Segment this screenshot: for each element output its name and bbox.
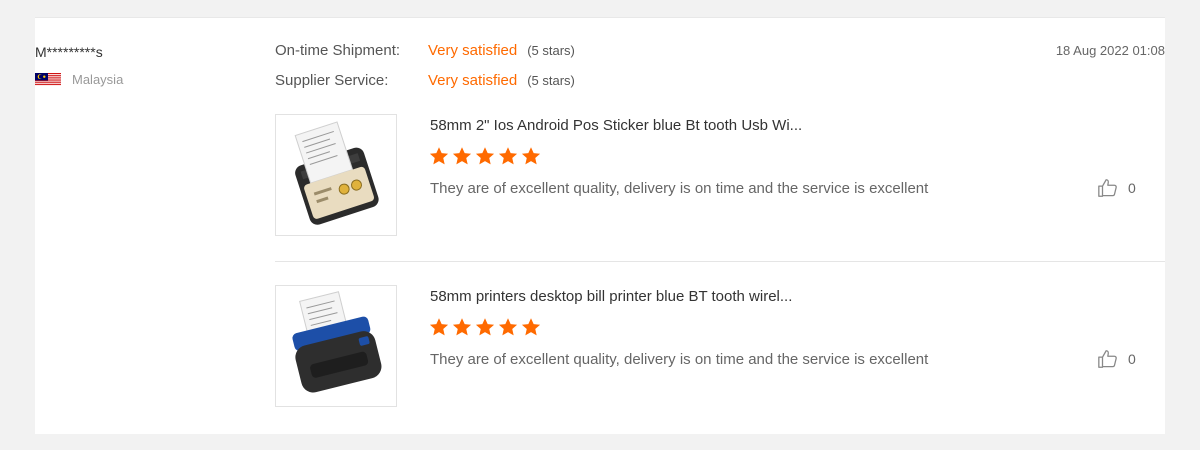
star-icon: [498, 318, 518, 336]
review-text: They are of excellent quality, delivery …: [430, 351, 929, 368]
supplier-ratings: On-time Shipment: Very satisfied (5 star…: [275, 42, 575, 102]
review-text: They are of excellent quality, delivery …: [430, 180, 929, 197]
like-button[interactable]: 0: [1097, 348, 1136, 370]
reviewer-name: M*********s: [35, 44, 103, 60]
rating-note: (5 stars): [527, 43, 575, 58]
like-button[interactable]: 0: [1097, 177, 1136, 199]
star-icon: [429, 318, 449, 336]
reviewer-info: M*********s Malaysia: [35, 44, 123, 87]
rating-label: On-time Shipment:: [275, 42, 401, 59]
star-icon: [521, 147, 541, 165]
like-count: 0: [1128, 351, 1136, 367]
rating-value: Very satisfied: [428, 42, 518, 59]
star-icon: [498, 147, 518, 165]
reviewer-country: Malaysia: [35, 72, 123, 87]
rating-label: Supplier Service:: [275, 72, 389, 89]
thermal-printer-image: [294, 121, 379, 225]
star-icon: [452, 147, 472, 165]
divider: [275, 261, 1165, 262]
rating-row-service: Supplier Service: Very satisfied (5 star…: [275, 72, 575, 102]
review-date: 18 Aug 2022 01:08: [1055, 43, 1165, 58]
product-title[interactable]: 58mm 2" Ios Android Pos Sticker blue Bt …: [430, 117, 802, 134]
star-icon: [475, 147, 495, 165]
blue-thermal-printer-image: [292, 291, 382, 393]
malaysia-flag-icon: [35, 73, 61, 86]
product-thumbnail[interactable]: [275, 114, 397, 236]
rating-row-shipment: On-time Shipment: Very satisfied (5 star…: [275, 42, 575, 72]
star-icon: [475, 318, 495, 336]
rating-note: (5 stars): [527, 73, 575, 88]
product-title[interactable]: 58mm printers desktop bill printer blue …: [430, 288, 792, 305]
star-icon: [521, 318, 541, 336]
thumbs-up-icon: [1098, 350, 1117, 368]
product-thumbnail[interactable]: [275, 285, 397, 407]
product-star-rating: [429, 146, 541, 166]
star-icon: [452, 318, 472, 336]
product-star-rating: [429, 317, 541, 337]
like-count: 0: [1128, 180, 1136, 196]
rating-value: Very satisfied: [428, 72, 518, 89]
star-icon: [429, 147, 449, 165]
country-name: Malaysia: [72, 72, 124, 87]
review-card: M*********s Malaysia On-time Shipment: V…: [35, 17, 1165, 434]
thumbs-up-icon: [1098, 179, 1117, 197]
